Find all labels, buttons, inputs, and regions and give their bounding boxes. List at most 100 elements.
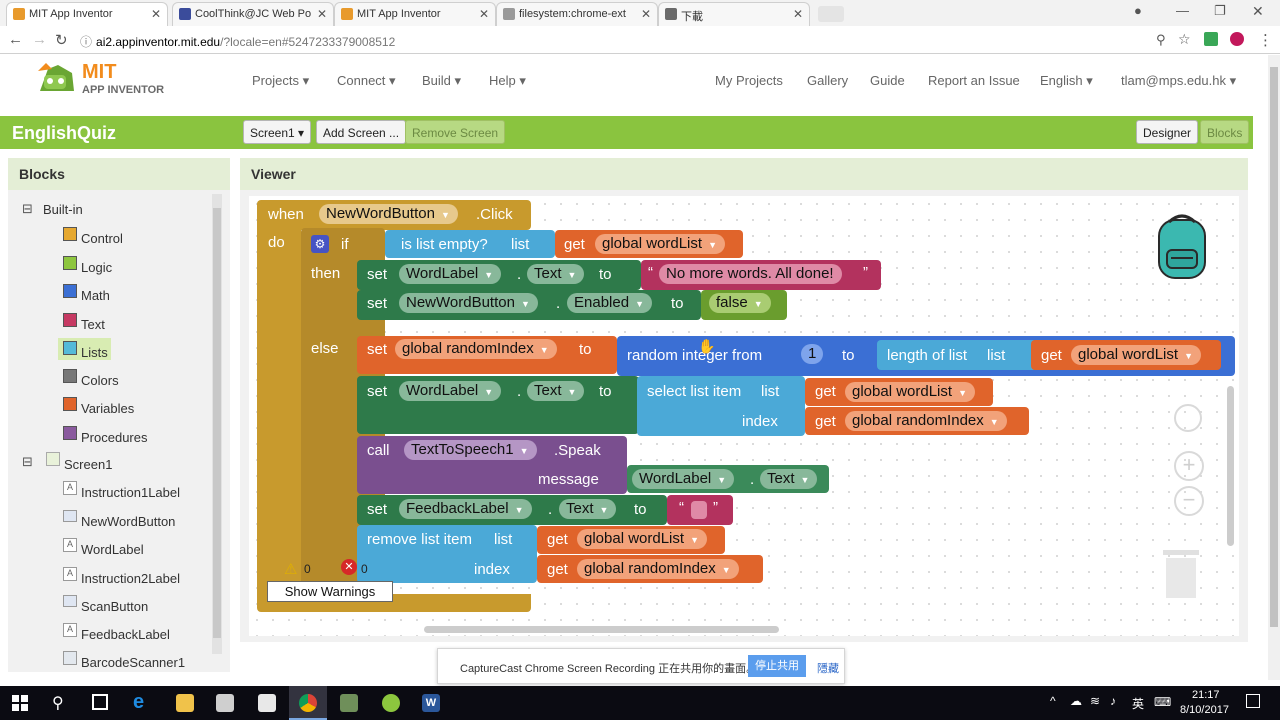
volume-icon[interactable]: ♪	[1110, 694, 1116, 708]
category-variables[interactable]: Variables	[81, 401, 134, 416]
mail-icon[interactable]	[258, 694, 276, 712]
close-tab-icon[interactable]: ✕	[317, 7, 327, 21]
cloud-icon[interactable]: ☁	[1070, 694, 1082, 708]
close-tab-icon[interactable]: ✕	[793, 7, 803, 21]
blocks-panel-scrollbar-thumb[interactable]	[213, 208, 221, 638]
property-dropdown[interactable]: Text ▼	[527, 264, 585, 284]
chrome-taskbar-button[interactable]	[289, 686, 327, 720]
number-value[interactable]: 1	[801, 344, 824, 364]
component-dropdown[interactable]: NewWordButton ▼	[399, 293, 538, 313]
close-tab-icon[interactable]: ✕	[641, 7, 651, 21]
component-scanbutton[interactable]: ScanButton	[81, 599, 148, 614]
browser-tab[interactable]: MIT App Inventor ✕	[6, 2, 168, 26]
text-value[interactable]: No more words. All done!	[659, 264, 842, 284]
variable-dropdown[interactable]: global wordList ▼	[845, 382, 975, 402]
category-colors[interactable]: Colors	[81, 373, 119, 388]
component-instruction1label[interactable]: Instruction1Label	[81, 485, 180, 500]
recenter-icon[interactable]	[1174, 404, 1202, 432]
property-dropdown[interactable]: Text ▼	[527, 381, 585, 401]
wifi-icon[interactable]: ≋	[1090, 694, 1100, 708]
variable-dropdown[interactable]: global randomIndex ▼	[577, 559, 739, 579]
mutator-gear-icon[interactable]: ⚙	[311, 235, 329, 253]
collapse-screen-icon[interactable]: ⊟	[22, 454, 33, 470]
account-menu[interactable]: tlam@mps.edu.hk ▾	[1121, 73, 1236, 89]
component-barcodescanner1[interactable]: BarcodeScanner1	[81, 655, 185, 670]
show-warnings-button[interactable]: Show Warnings	[267, 581, 393, 602]
category-text[interactable]: Text	[81, 317, 105, 332]
keyboard-icon[interactable]: ⌨	[1154, 695, 1171, 709]
browser-tab[interactable]: filesystem:chrome-ext ✕	[496, 2, 658, 26]
clock-time[interactable]: 21:17	[1192, 689, 1220, 701]
category-math[interactable]: Math	[81, 288, 110, 303]
screen-select[interactable]: Screen1 ▾	[243, 120, 312, 144]
designer-button[interactable]: Designer	[1136, 120, 1199, 144]
component-feedbacklabel[interactable]: FeedbackLabel	[81, 627, 170, 642]
back-icon[interactable]: ←	[8, 31, 23, 48]
user-profile-icon[interactable]: ●	[1134, 3, 1142, 18]
workspace-horizontal-scrollbar[interactable]	[424, 626, 779, 633]
extension-icon[interactable]	[1204, 32, 1218, 46]
zoom-out-icon[interactable]: −	[1174, 486, 1204, 516]
input-method-indicator[interactable]: 英	[1132, 695, 1144, 712]
close-tab-icon[interactable]: ✕	[151, 7, 161, 21]
component-newwordbutton[interactable]: NewWordButton	[81, 514, 175, 529]
category-control[interactable]: Control	[81, 231, 123, 246]
menu-build[interactable]: Build ▾	[422, 73, 461, 89]
component-dropdown[interactable]: TextToSpeech1 ▼	[404, 440, 537, 460]
component-instruction2label[interactable]: Instruction2Label	[81, 571, 180, 586]
property-dropdown[interactable]: Enabled ▼	[567, 293, 652, 313]
browser-tab[interactable]: 下載 ✕	[658, 2, 810, 26]
tree-builtin[interactable]: Built-in	[43, 202, 83, 217]
edge-icon[interactable]: e	[133, 691, 144, 714]
variable-dropdown[interactable]: global wordList ▼	[577, 529, 707, 549]
link-report-issue[interactable]: Report an Issue	[928, 73, 1020, 88]
app-taskbar-icon[interactable]	[340, 694, 358, 712]
collapse-builtin-icon[interactable]: ⊟	[22, 201, 33, 217]
task-view-icon[interactable]	[92, 694, 108, 710]
minimize-icon[interactable]: —	[1176, 3, 1189, 18]
variable-dropdown[interactable]: global wordList ▼	[1071, 345, 1201, 365]
close-window-icon[interactable]: ✕	[1252, 3, 1264, 20]
hide-notification-link[interactable]: 隱藏	[817, 660, 839, 676]
variable-dropdown[interactable]: global wordList ▼	[595, 234, 725, 254]
variable-dropdown[interactable]: global randomIndex ▼	[395, 339, 557, 359]
tree-screen1[interactable]: Screen1	[64, 457, 112, 472]
clock-date[interactable]: 8/10/2017	[1180, 704, 1229, 716]
menu-connect[interactable]: Connect ▾	[337, 73, 396, 89]
link-guide[interactable]: Guide	[870, 73, 905, 88]
browser-tab[interactable]: CoolThink@JC Web Po ✕	[172, 2, 334, 26]
close-tab-icon[interactable]: ✕	[479, 7, 489, 21]
app-inventor-logo-icon[interactable]	[34, 61, 78, 97]
page-scrollbar-thumb[interactable]	[1270, 67, 1278, 627]
info-icon[interactable]: ⓘ	[80, 35, 92, 49]
stop-sharing-button[interactable]: 停止共用	[748, 655, 806, 677]
menu-projects[interactable]: Projects ▾	[252, 73, 309, 89]
menu-help[interactable]: Help ▾	[489, 73, 526, 89]
variable-dropdown[interactable]: global randomIndex ▼	[845, 411, 1007, 431]
category-procedures[interactable]: Procedures	[81, 430, 147, 445]
browser-tab[interactable]: MIT App Inventor ✕	[334, 2, 496, 26]
category-lists[interactable]: Lists	[81, 345, 108, 360]
android-icon[interactable]	[382, 694, 400, 712]
language-menu[interactable]: English ▾	[1040, 73, 1093, 89]
workspace-vertical-scrollbar[interactable]	[1227, 386, 1234, 546]
add-screen-button[interactable]: Add Screen ...	[316, 120, 407, 144]
blocks-button[interactable]: Blocks	[1200, 120, 1250, 144]
remove-screen-button[interactable]: Remove Screen	[405, 120, 506, 144]
word-icon[interactable]: W	[422, 694, 440, 712]
backpack-icon[interactable]	[1147, 210, 1217, 282]
link-gallery[interactable]: Gallery	[807, 73, 848, 88]
store-icon[interactable]	[216, 694, 234, 712]
zoom-in-icon[interactable]: +	[1174, 451, 1204, 481]
empty-text-value[interactable]	[691, 501, 707, 519]
component-dropdown[interactable]: WordLabel ▼	[399, 381, 502, 401]
windows-start-icon[interactable]	[12, 695, 28, 711]
blocks-panel-scrollbar[interactable]	[212, 194, 222, 654]
search-icon[interactable]: ⚲	[52, 693, 64, 713]
url-field[interactable]: ⓘ ai2.appinventor.mit.edu/?locale=en#5247…	[80, 29, 1180, 51]
trash-icon[interactable]	[1161, 548, 1201, 600]
category-logic[interactable]: Logic	[81, 260, 112, 275]
forward-icon[interactable]: →	[32, 31, 47, 48]
boolean-dropdown[interactable]: false ▼	[709, 293, 771, 313]
property-dropdown[interactable]: Text ▼	[559, 499, 617, 519]
